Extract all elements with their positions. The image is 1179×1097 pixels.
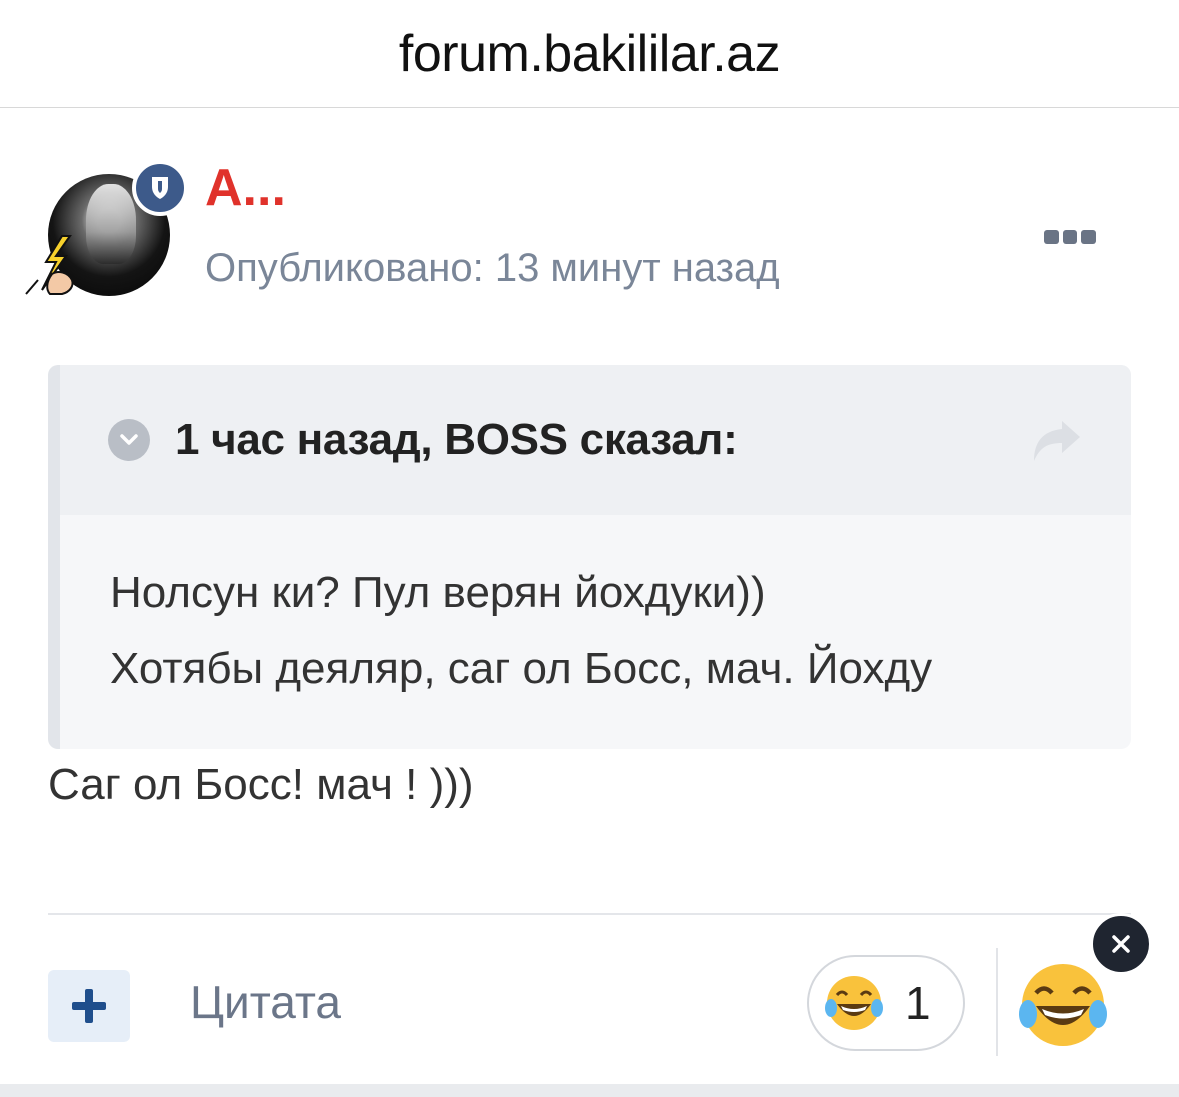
lightning-hand-icon	[25, 235, 74, 295]
quote-line: Нолсун ки? Пул верян йохдуки))	[110, 568, 766, 617]
browser-url-bar[interactable]: forum.bakililar.az	[0, 0, 1179, 108]
bottom-edge	[0, 1084, 1179, 1097]
author-avatar-group[interactable]	[22, 160, 192, 300]
react-laughing-tears-emoji-icon[interactable]	[1016, 958, 1110, 1052]
multiquote-add-button[interactable]	[48, 970, 130, 1042]
author-name[interactable]: A...	[205, 158, 286, 218]
post-timestamp: Опубликовано: 13 минут назад	[205, 246, 780, 290]
quote-button[interactable]: Цитата	[190, 975, 341, 1029]
goto-quote-arrow-icon[interactable]	[1030, 415, 1084, 465]
quote-body: Нолсун ки? Пул верян йохдуки)) Хотябы де…	[60, 515, 1131, 707]
url-text: forum.bakililar.az	[398, 24, 781, 83]
moderator-shield-icon	[132, 160, 188, 216]
close-icon[interactable]	[1090, 913, 1152, 975]
plus-icon	[72, 989, 106, 1023]
quote-citation: 1 час назад, BOSS сказал:	[175, 415, 738, 464]
post-text: Саг ол Босс! мач ! )))	[48, 760, 474, 809]
quote-block: 1 час назад, BOSS сказал: Нолсун ки? Пул…	[48, 365, 1131, 749]
divider	[48, 913, 1131, 915]
more-options-icon[interactable]	[1044, 228, 1097, 246]
reaction-count: 1	[905, 977, 931, 1029]
reaction-summary[interactable]: 1	[807, 955, 965, 1051]
quote-line: Хотябы деяляр, саг ол Босс, мач. Йохду	[110, 644, 933, 693]
reaction-separator	[996, 948, 998, 1056]
chevron-down-icon[interactable]	[108, 419, 150, 461]
quote-header: 1 час назад, BOSS сказал:	[60, 365, 1131, 515]
laughing-tears-emoji-icon	[825, 976, 883, 1030]
